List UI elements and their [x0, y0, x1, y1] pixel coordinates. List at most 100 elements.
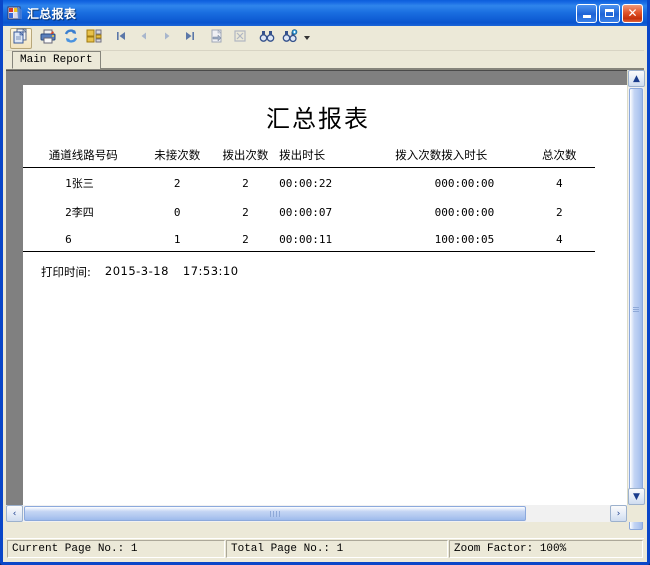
cell-line-number: 张三: [71, 177, 94, 190]
last-page-button[interactable]: [179, 28, 201, 49]
stop-icon: [232, 28, 248, 49]
print-time-label: 打印时间:: [41, 265, 91, 279]
print-date-value: 2015-3-18: [104, 264, 169, 278]
scrollbar-corner: [627, 505, 644, 522]
status-zoom-factor: Zoom Factor: 100%: [449, 540, 643, 558]
table-body: 1 张三 2 2 00:00:22 0 00:00:00 4 2 李四 0 2 …: [23, 168, 595, 252]
cell-incoming-count: 0: [434, 176, 442, 190]
tab-strip-filler: [99, 50, 644, 69]
print-time-value: 17:53:10: [182, 264, 239, 278]
report-window-icon: [7, 5, 23, 21]
cell-incoming-count: 0: [434, 205, 442, 219]
search-text-button[interactable]: [256, 28, 278, 49]
chevron-down-icon: [303, 36, 310, 40]
go-to-page-button[interactable]: [206, 28, 228, 49]
cell-total-count: 4: [555, 233, 563, 246]
cell-outgoing-count: 2: [242, 233, 249, 246]
cell-missed-count: 0: [173, 205, 181, 219]
client-area: Main Report 汇总报表 通道 线路号码 未接次数 拨出次数 拨出时长 …: [6, 26, 645, 559]
cell-channel: 6: [65, 233, 72, 246]
report-content: 汇总报表 通道 线路号码 未接次数 拨出次数 拨出时长 拨入次数 拨入时长 总次…: [23, 99, 627, 505]
scroll-thumb-grip: [633, 306, 639, 313]
cell-missed-count: 1: [173, 233, 181, 246]
cell-total-count: 2: [555, 205, 563, 219]
cell-incoming-duration: 00:00:05: [441, 233, 495, 246]
next-page-icon: [159, 28, 175, 49]
toggle-group-tree-button[interactable]: [83, 28, 105, 49]
title-bar[interactable]: 汇总报表 ✕: [3, 0, 647, 26]
print-button[interactable]: [37, 28, 59, 49]
print-icon: [40, 28, 56, 49]
column-header-incoming-count: 拨入次数: [395, 148, 442, 162]
maximize-button[interactable]: [599, 3, 620, 23]
report-page: 汇总报表 通道 线路号码 未接次数 拨出次数 拨出时长 拨入次数 拨入时长 总次…: [23, 85, 627, 505]
vertical-scrollbar[interactable]: ▲ ▼: [627, 70, 645, 530]
search-icon: [259, 28, 275, 49]
tab-label: Main Report: [20, 54, 93, 66]
column-header-channel: 通道: [48, 148, 72, 162]
cell-incoming-count: 1: [434, 233, 442, 246]
scroll-right-button[interactable]: ›: [610, 505, 627, 522]
minimize-icon: [582, 14, 591, 18]
vertical-scroll-thumb[interactable]: [629, 88, 643, 530]
scroll-up-button[interactable]: ▲: [628, 70, 645, 87]
cell-line-number: 李四: [71, 206, 94, 219]
window-controls: ✕: [576, 3, 643, 23]
refresh-button[interactable]: [60, 28, 82, 49]
cell-line-number: [72, 226, 143, 252]
zoom-search-icon: [282, 28, 298, 49]
scroll-up-icon: ▲: [633, 73, 640, 84]
cell-channel: 1: [65, 176, 72, 190]
column-header-outgoing-duration: 拨出时长: [279, 148, 326, 162]
table-row: 1 张三 2 2 00:00:22 0 00:00:00 4: [23, 168, 595, 198]
status-current-page: Current Page No.: 1: [7, 540, 225, 558]
report-tab-strip: Main Report: [6, 51, 644, 70]
cell-channel: 2: [65, 205, 72, 219]
refresh-icon: [63, 28, 79, 49]
column-header-line-number: 线路号码: [71, 148, 118, 162]
column-header-incoming-duration: 拨入时长: [441, 148, 488, 162]
horizontal-scroll-thumb[interactable]: [24, 506, 526, 521]
cell-total-count: 4: [555, 176, 563, 190]
report-toolbar: [6, 26, 644, 51]
first-page-icon: [113, 28, 129, 49]
close-icon: ✕: [627, 6, 638, 20]
export-report-icon: [13, 27, 29, 49]
cell-outgoing-count: 2: [242, 176, 249, 190]
scroll-left-icon: ‹: [12, 508, 17, 519]
previous-page-button[interactable]: [133, 28, 155, 49]
zoom-dropdown-arrow[interactable]: [302, 28, 311, 49]
minimize-button[interactable]: [576, 3, 597, 23]
summary-table: 通道 线路号码 未接次数 拨出次数 拨出时长 拨入次数 拨入时长 总次数 1 张…: [23, 147, 595, 252]
scroll-right-icon: ›: [616, 508, 621, 519]
export-report-button[interactable]: [10, 27, 32, 49]
stop-button[interactable]: [229, 28, 251, 49]
horizontal-scrollbar[interactable]: ‹ ›: [6, 505, 627, 522]
table-header-row: 通道 线路号码 未接次数 拨出次数 拨出时长 拨入次数 拨入时长 总次数: [23, 147, 595, 168]
toggle-group-tree-icon: [86, 28, 102, 49]
report-title: 汇总报表: [266, 105, 370, 133]
tab-main-report[interactable]: Main Report: [12, 51, 101, 69]
status-bar: Current Page No.: 1 Total Page No.: 1 Zo…: [6, 538, 644, 559]
close-button[interactable]: ✕: [622, 3, 643, 23]
table-header: 通道 线路号码 未接次数 拨出次数 拨出时长 拨入次数 拨入时长 总次数: [23, 147, 595, 168]
window-title: 汇总报表: [27, 6, 77, 21]
column-header-outgoing-count: 拨出次数: [222, 148, 269, 162]
print-time-line: 打印时间: 2015-3-18 17:53:10: [23, 264, 627, 280]
first-page-button[interactable]: [110, 28, 132, 49]
report-scroll-area: 汇总报表 通道 线路号码 未接次数 拨出次数 拨出时长 拨入次数 拨入时长 总次…: [6, 70, 627, 505]
column-header-missed-count: 未接次数: [154, 148, 201, 162]
cell-missed-count: 2: [173, 176, 181, 190]
scroll-down-icon: ▼: [633, 491, 640, 502]
next-page-button[interactable]: [156, 28, 178, 49]
report-viewer-window: 汇总报表 ✕ Main Report 汇总报表 通道 线路号码 未接次数 拨出次…: [0, 0, 650, 565]
zoom-button[interactable]: [279, 28, 301, 49]
cell-incoming-duration: 00:00:00: [441, 205, 495, 219]
cell-outgoing-duration: 00:00:07: [279, 205, 333, 219]
scroll-down-button[interactable]: ▼: [628, 488, 645, 505]
previous-page-icon: [136, 28, 152, 49]
scroll-left-button[interactable]: ‹: [6, 505, 23, 522]
table-row: 6 1 2 00:00:11 1 00:00:05 4: [23, 226, 595, 252]
cell-outgoing-duration: 00:00:22: [279, 176, 333, 190]
cell-outgoing-duration: 00:00:11: [279, 233, 333, 246]
